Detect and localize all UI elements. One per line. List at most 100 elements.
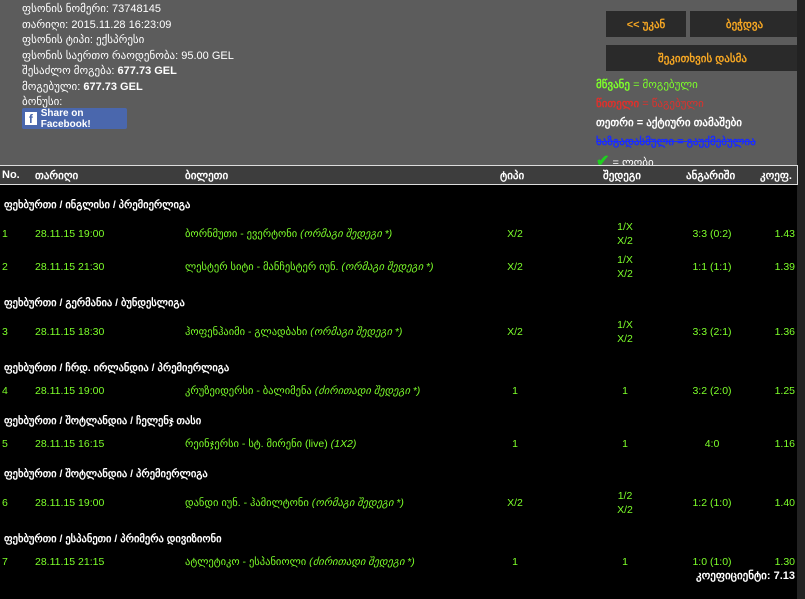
row-score: 3:3 (0:2) [692,227,732,240]
result-value: 1/2 [617,489,633,502]
label: თარიღი: [22,18,69,31]
row-result: 1 [605,555,645,569]
row-match: რეინჯერსი - სტ. მირენი (live) (1X2) [185,438,356,450]
row-no: 5 [2,437,8,450]
row-date: 28.11.15 21:15 [35,555,105,568]
legend-red: წითელი [596,98,640,110]
col-no: No. [2,169,20,181]
market-name: (ძირითადი შედეგი *) [314,384,421,397]
print-button[interactable]: ბეჭდვა [690,11,799,37]
category-row: ფეხბურთი / შოტლანდია / პრემიერლიგა [4,468,208,480]
legend-cancelled: ხაზგადასმული = გაუქმებულია [596,136,756,148]
row-odds: 1.36 [774,325,795,338]
market-name: (1X2) [330,437,357,450]
row-score: 1:2 (1:0) [692,496,732,509]
row-match: ბორნმუთი - ევერტონი (ორმაგი შედეგი *) [185,228,392,240]
ask-question-button[interactable]: შეკითხვის დასმა [606,45,799,71]
legend-green-desc: = მოგებული [633,79,698,91]
back-button[interactable]: << უკან [606,11,686,37]
table-row: 2 28.11.15 21:30 ლესტერ სიტი - მანჩესტერ… [0,250,797,283]
match-name: დანდი იუნ. - ჰამილტონი [185,496,309,509]
row-odds: 1.43 [774,227,795,240]
result-value: 1/X [617,318,633,331]
result-value: 1 [622,384,628,397]
category-row: ფეხბურთი / ჩრდ. ირლანდია / პრემიერლიგა [4,362,230,374]
category-row: ფეხბურთი / შოტლანდია / ჩელენჯ თასი [4,415,202,427]
legend-white-desc: = აქტიური თამაშები [636,117,742,129]
bet-info-panel: ფსონის ნომერი: 73748145 თარიღი: 2015.11.… [0,0,805,170]
row-odds: 1.30 [774,555,795,568]
possible-win: 677.73 GEL [117,65,177,77]
color-legend: მწვანე = მოგებული წითელი = წაგებული თეთრ… [596,76,756,173]
market-name: (ორმაგი შედეგი *) [311,496,404,509]
legend-white: თეთრი [596,117,634,129]
table-row: 4 28.11.15 19:00 კრუზეიდერსი - ბალიმენა … [0,380,797,401]
table-header: No. თარიღი ბილეთი ტიპი შედეგი ანგარიში კ… [0,165,798,185]
row-type: X/2 [507,496,523,509]
total-odds: კოეფიციენტი: 7.13 [696,570,795,582]
market-name: (ორმაგი შედეგი *) [300,227,393,240]
category-row: ფეხბურთი / გერმანია / ბუნდესლიგა [4,297,185,309]
scrollbar[interactable] [797,0,805,599]
label: ფსონის საერთო რაოდენობა: [22,49,179,62]
row-no: 4 [2,384,8,397]
result-value: 1 [622,555,628,568]
row-result: 1 [605,437,645,451]
table-row: 3 28.11.15 18:30 ჰოფენჰაიმი - გლადბახი (… [0,315,797,348]
row-type: X/2 [507,227,523,240]
col-type: ტიპი [500,170,525,182]
label: ფსონის ნომერი: [22,3,109,15]
row-date: 28.11.15 21:30 [35,260,105,273]
table-row: 1 28.11.15 19:00 ბორნმუთი - ევერტონი (ორ… [0,217,797,250]
row-type: 1 [512,555,518,568]
col-odds: კოეფ. [760,170,792,182]
match-name: რეინჯერსი - სტ. მირენი (live) [185,437,328,450]
row-odds: 1.39 [774,260,795,273]
row-date: 28.11.15 19:00 [35,496,105,509]
row-score: 4:0 [704,437,720,450]
table-row: 6 28.11.15 19:00 დანდი იუნ. - ჰამილტონი … [0,486,797,519]
row-no: 7 [2,555,8,568]
table-row: 7 28.11.15 21:15 ატლეტიკო - ესპანიოლი (ძ… [0,551,797,572]
match-name: ატლეტიკო - ესპანიოლი [185,555,307,568]
row-result: 1/X X/2 [605,253,645,281]
row-match: კრუზეიდერსი - ბალიმენა (ძირითადი შედეგი … [185,385,420,397]
row-no: 6 [2,496,8,509]
col-ticket: ბილეთი [185,170,229,182]
bet-info: ფსონის ნომერი: 73748145 თარიღი: 2015.11.… [22,2,234,111]
share-facebook-button[interactable]: f Share on Facebook! [22,108,127,130]
result-value: 1/X [617,220,633,233]
match-name: ბორნმუთი - ევერტონი [185,227,298,240]
won-amount: 677.73 GEL [83,80,143,93]
market-name: (ორმაგი შედეგი *) [310,325,403,338]
result-value: 1 [622,437,628,450]
match-name: ჰოფენჰაიმი - გლადბახი [185,325,308,338]
bet-type: ექსპრესი [96,34,145,46]
legend-red-desc: = წაგებული [642,98,704,110]
result-value: X/2 [617,234,633,247]
bet-table: ფეხბურთი / ინგლისი / პრემიერლიგა 1 28.11.… [0,185,797,572]
label: შესაძლო მოგება: [22,65,115,77]
category-row: ფეხბურთი / ესპანეთი / პრიმერა დივიზიონი [4,533,222,545]
result-value: X/2 [617,503,633,516]
facebook-icon: f [25,112,37,125]
row-type: X/2 [507,325,523,338]
row-type: X/2 [507,260,523,273]
label: ფსონის ტიპი: [22,34,93,46]
row-date: 28.11.15 18:30 [35,325,105,338]
row-type: 1 [512,384,518,397]
result-value: 1/X [617,253,633,266]
row-type: 1 [512,437,518,450]
bonus-label: ბონუსი: [22,96,63,108]
row-match: ლესტერ სიტი - მანჩესტერ იუნ. (ორმაგი შედ… [185,261,433,273]
row-odds: 1.16 [774,437,795,450]
match-name: კრუზეიდერსი - ბალიმენა [185,384,312,397]
row-result: 1 [605,384,645,398]
row-no: 2 [2,260,8,273]
bet-number: 73748145 [112,3,161,15]
market-name: (ორმაგი შედეგი *) [341,260,434,273]
row-match: ატლეტიკო - ესპანიოლი (ძირითადი შედეგი *) [185,556,415,568]
row-match: დანდი იუნ. - ჰამილტონი (ორმაგი შედეგი *) [185,497,404,509]
result-value: X/2 [617,332,633,345]
row-odds: 1.25 [774,384,795,397]
